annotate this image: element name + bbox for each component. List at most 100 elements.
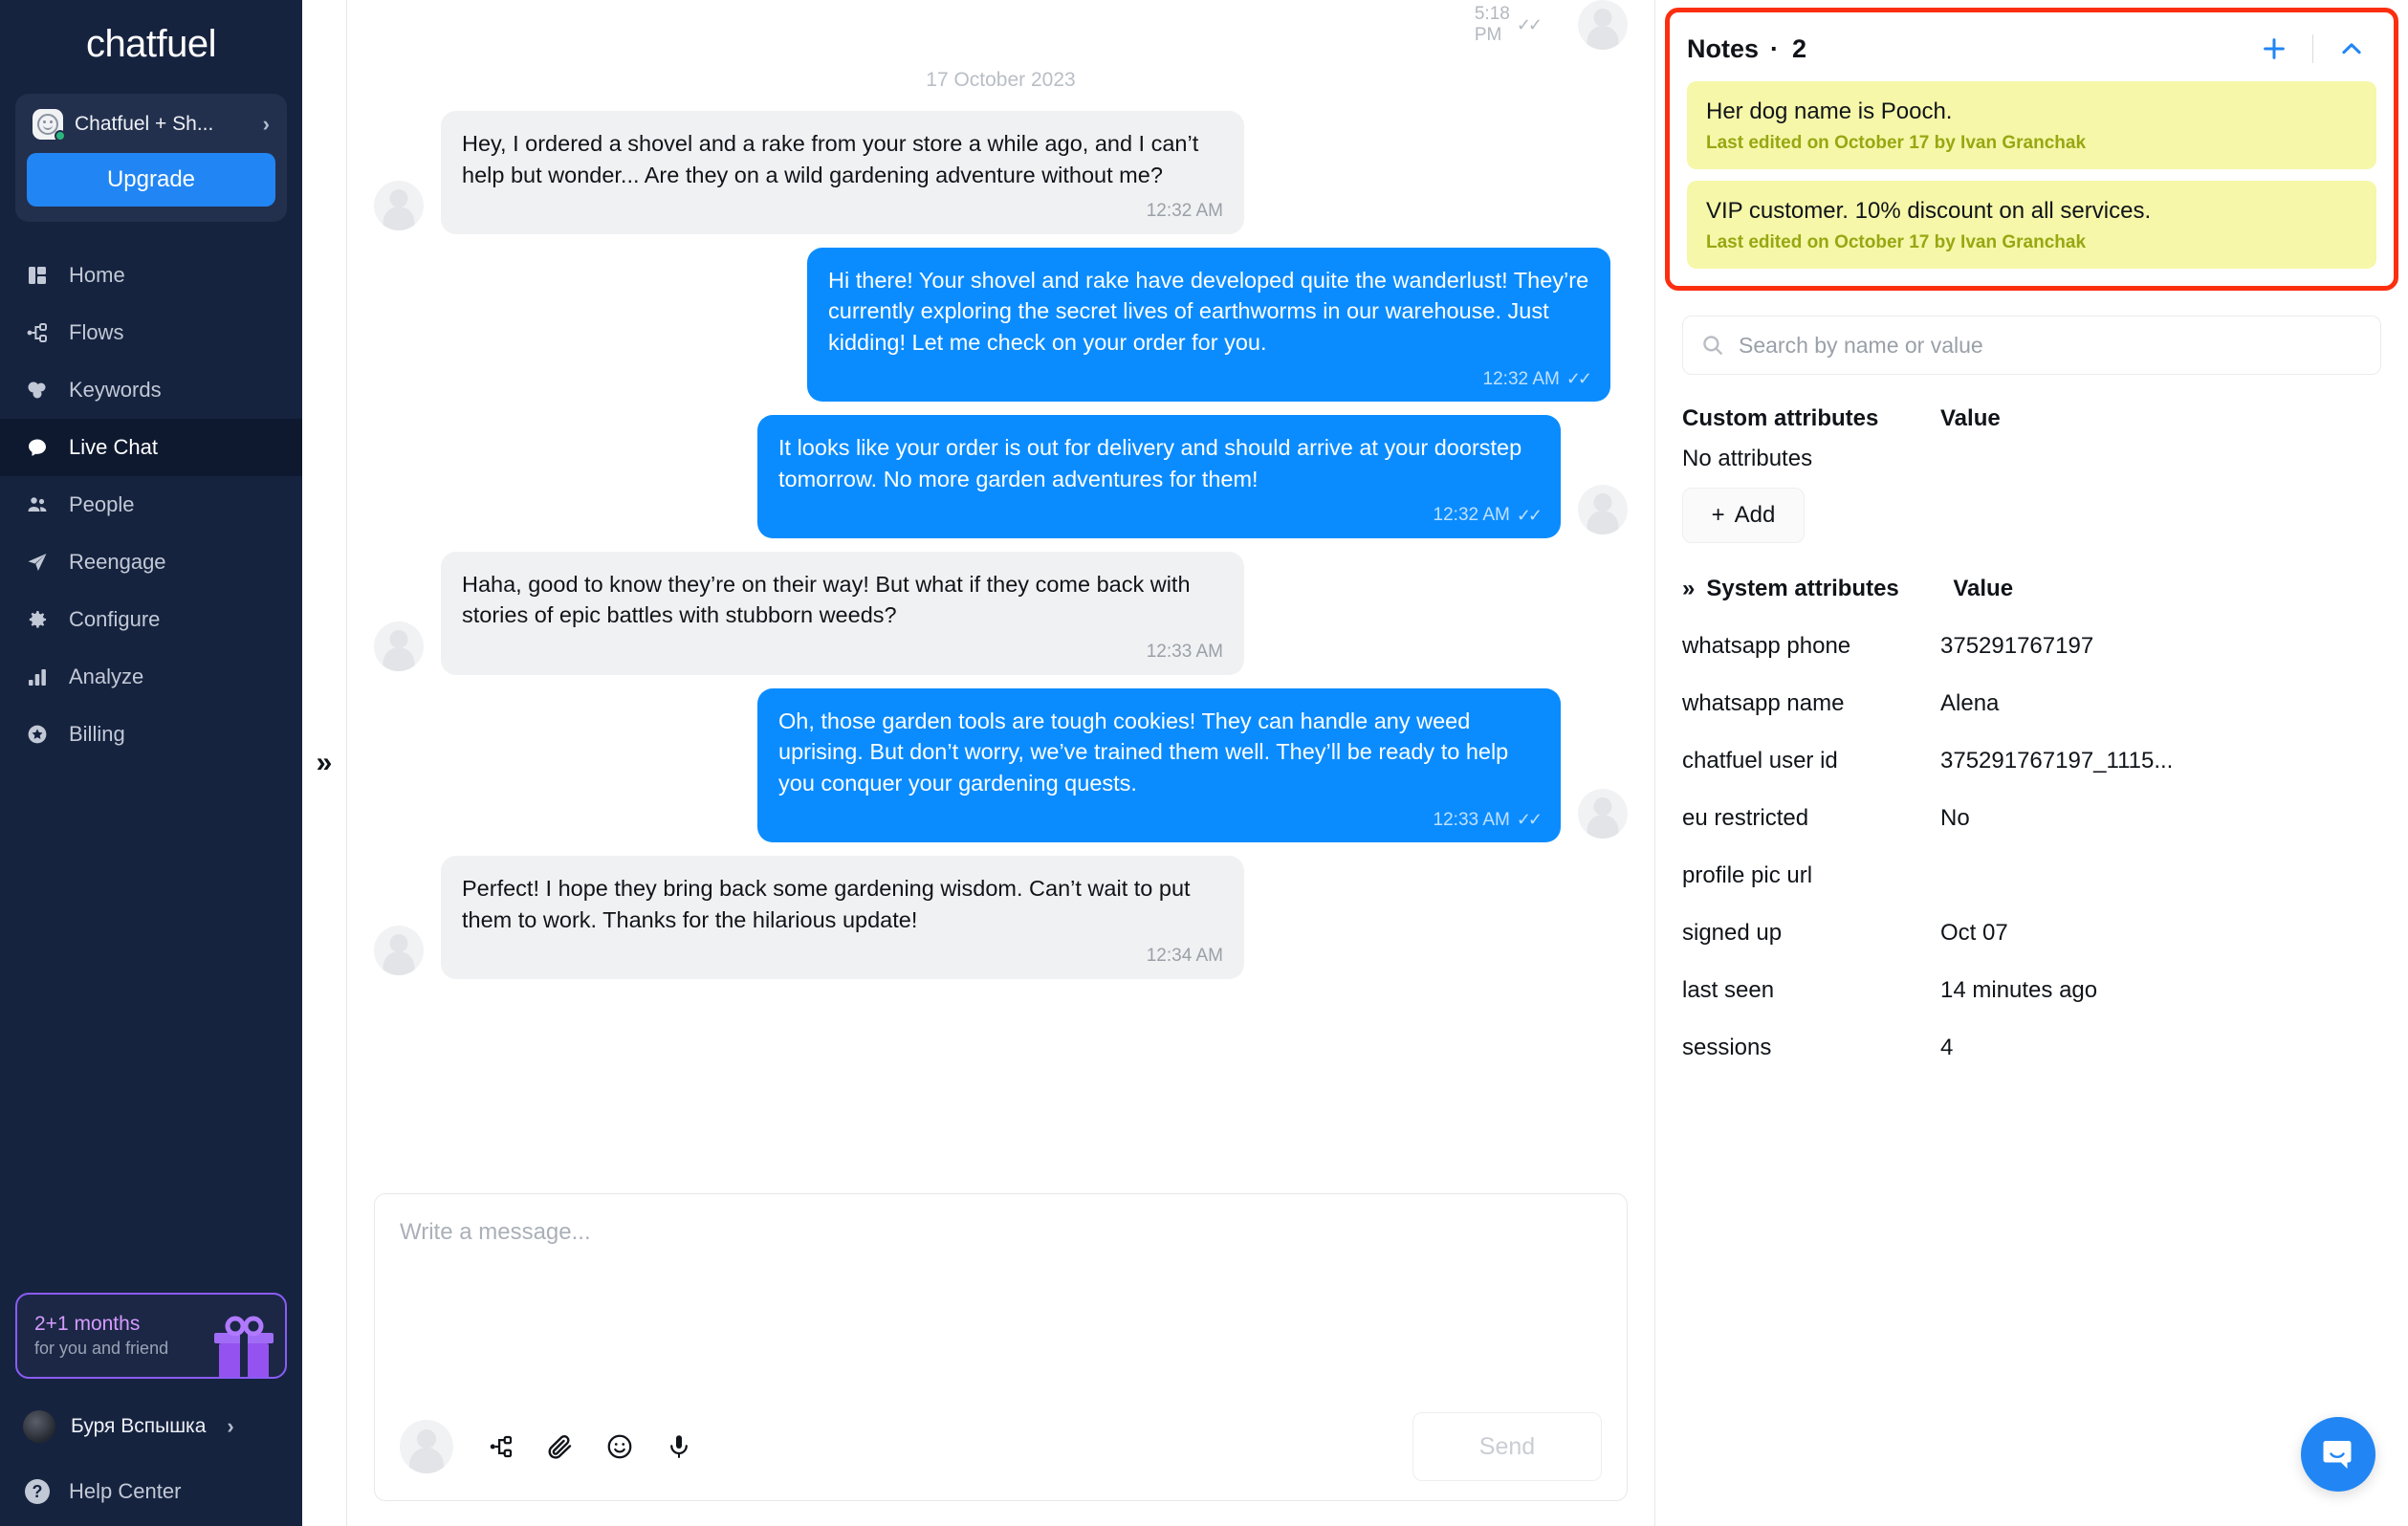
star-badge-icon: [25, 722, 50, 747]
sidebar-item-billing[interactable]: Billing: [0, 706, 302, 763]
message-row: Perfect! I hope they bring back some gar…: [374, 855, 1628, 979]
flows-icon: [25, 320, 50, 345]
people-icon: [25, 492, 50, 517]
note-item[interactable]: VIP customer. 10% discount on all servic…: [1687, 181, 2376, 270]
notes-actions: [2249, 28, 2377, 70]
message-text: Haha, good to know they’re on their way!…: [462, 571, 1191, 628]
collapse-notes-button[interactable]: [2327, 28, 2376, 70]
custom-attributes-value-title: Value: [1940, 405, 2001, 432]
help-center-link[interactable]: ? Help Center: [0, 1457, 302, 1526]
table-row: whatsapp phone 375291767197: [1655, 618, 2408, 675]
add-note-button[interactable]: [2249, 28, 2299, 70]
attribute-search-wrap: Search by name or value: [1655, 291, 2408, 376]
sidebar-item-label: Live Chat: [69, 435, 158, 459]
emoji-icon[interactable]: [597, 1424, 643, 1470]
expand-chevrons-icon[interactable]: »: [317, 749, 333, 777]
message-time: 12:32 AM: [1146, 201, 1223, 222]
sidebar-item-label: Keywords: [69, 378, 162, 402]
avatar: [374, 180, 424, 230]
bar-chart-icon: [25, 665, 50, 689]
add-attribute-label: Add: [1734, 502, 1776, 529]
microphone-icon[interactable]: [656, 1424, 702, 1470]
message-row: It looks like your order is out for deli…: [374, 415, 1628, 538]
sidebar-item-people[interactable]: People: [0, 476, 302, 534]
sidebar-item-keywords[interactable]: Keywords: [0, 361, 302, 419]
message-text: Oh, those garden tools are tough cookies…: [778, 708, 1509, 796]
attribute-value: Alena: [1940, 690, 2000, 717]
chat-panel: 5:18 PM ✓✓ 17 October 2023 Hey, I ordere…: [347, 0, 1654, 1526]
sidebar-item-label: Home: [69, 263, 125, 287]
custom-attributes-title: Custom attributes: [1682, 405, 1879, 432]
sidebar-item-live-chat[interactable]: Live Chat: [0, 419, 302, 476]
message-time: 12:32 AM: [1482, 368, 1560, 389]
read-receipt-icon: ✓✓: [1516, 14, 1543, 34]
referral-promo-banner[interactable]: 2+1 months for you and friend: [15, 1293, 287, 1379]
upgrade-button[interactable]: Upgrade: [27, 153, 275, 207]
sidebar-item-label: People: [69, 492, 135, 516]
sidebar-item-home[interactable]: Home: [0, 247, 302, 304]
attachment-icon[interactable]: [537, 1424, 583, 1470]
sidebar-item-reengage[interactable]: Reengage: [0, 534, 302, 591]
send-button[interactable]: Send: [1412, 1412, 1602, 1481]
attribute-key: chatfuel user id: [1682, 748, 1838, 774]
sidebar-item-label: Configure: [69, 607, 161, 631]
message-input[interactable]: Write a message...: [400, 1219, 1602, 1412]
sidebar-item-label: Analyze: [69, 665, 144, 688]
table-row: signed up Oct 07: [1655, 905, 2408, 962]
message-bubble[interactable]: Hi there! Your shovel and rake have deve…: [807, 247, 1610, 403]
attribute-key: last seen: [1682, 977, 1775, 1004]
sidebar: chatfuel Chatfuel + Sh... › Upgrade Home…: [0, 0, 302, 1526]
note-text: VIP customer. 10% discount on all servic…: [1706, 198, 2152, 225]
message-text: Perfect! I hope they bring back some gar…: [462, 875, 1191, 932]
message-time: 12:33 AM: [1146, 642, 1223, 663]
note-meta: Last edited on October 17 by Ivan Granch…: [1706, 133, 2087, 154]
note-item[interactable]: Her dog name is Pooch. Last edited on Oc…: [1687, 81, 2376, 170]
divider: [2311, 34, 2313, 63]
search-input[interactable]: Search by name or value: [1682, 316, 2381, 376]
flow-icon[interactable]: [478, 1424, 524, 1470]
attribute-key: signed up: [1682, 920, 1783, 947]
read-receipt-icon: ✓✓: [1516, 506, 1543, 526]
message-text: Hey, I ordered a shovel and a rake from …: [462, 131, 1199, 187]
intercom-launcher-button[interactable]: [2301, 1417, 2375, 1492]
app-root: chatfuel Chatfuel + Sh... › Upgrade Home…: [0, 0, 2408, 1526]
attribute-key: profile pic url: [1682, 862, 1813, 889]
message-bubble[interactable]: Haha, good to know they’re on their way!…: [441, 551, 1244, 675]
user-profile-row[interactable]: Буря Вспышка ›: [0, 1396, 302, 1457]
intercom-chat-icon: [2323, 1441, 2352, 1469]
attribute-key: eu restricted: [1682, 805, 1809, 832]
add-attribute-button[interactable]: + Add: [1682, 488, 1805, 544]
system-attributes-list: whatsapp phone 375291767197 whatsapp nam…: [1655, 618, 2408, 1077]
user-name: Буря Вспышка: [71, 1415, 207, 1437]
attribute-value: 4: [1940, 1035, 1954, 1061]
table-row: eu restricted No: [1655, 790, 2408, 847]
message-time: 12:32 AM: [1433, 505, 1510, 526]
message-composer: Write a message... Send: [374, 1193, 1628, 1501]
message-row: Haha, good to know they’re on their way!…: [374, 551, 1628, 675]
sidebar-item-analyze[interactable]: Analyze: [0, 648, 302, 706]
search-placeholder: Search by name or value: [1739, 332, 1983, 358]
avatar: [1578, 484, 1628, 534]
attribute-key: whatsapp phone: [1682, 633, 1851, 660]
read-receipt-icon: ✓✓: [1565, 369, 1592, 389]
notes-title: Notes: [1687, 33, 1760, 63]
question-mark-icon: ?: [25, 1479, 50, 1504]
sidebar-nav: Home Flows Keywords Live Chat People Ree…: [0, 247, 302, 763]
expand-chevrons-icon[interactable]: »: [1682, 576, 1695, 602]
keywords-icon: [25, 378, 50, 403]
sidebar-item-flows[interactable]: Flows: [0, 304, 302, 361]
dashboard-icon: [25, 263, 50, 288]
message-bubble[interactable]: It looks like your order is out for deli…: [757, 415, 1561, 538]
contact-details-panel: Notes · 2 Her dog name is Pooch. Last ed…: [1654, 0, 2408, 1526]
note-meta: Last edited on October 17 by Ivan Granch…: [1706, 232, 2087, 253]
avatar: [1578, 788, 1628, 839]
chat-icon: [25, 435, 50, 460]
message-bubble[interactable]: Perfect! I hope they bring back some gar…: [441, 855, 1244, 979]
gift-icon: [214, 1316, 274, 1377]
message-list: 5:18 PM ✓✓ 17 October 2023 Hey, I ordere…: [374, 0, 1628, 1193]
sidebar-item-configure[interactable]: Configure: [0, 591, 302, 648]
message-bubble[interactable]: Hey, I ordered a shovel and a rake from …: [441, 111, 1244, 234]
message-bubble[interactable]: Oh, those garden tools are tough cookies…: [757, 687, 1561, 842]
avatar: [1578, 0, 1628, 50]
account-switcher[interactable]: Chatfuel + Sh... ›: [27, 107, 275, 142]
